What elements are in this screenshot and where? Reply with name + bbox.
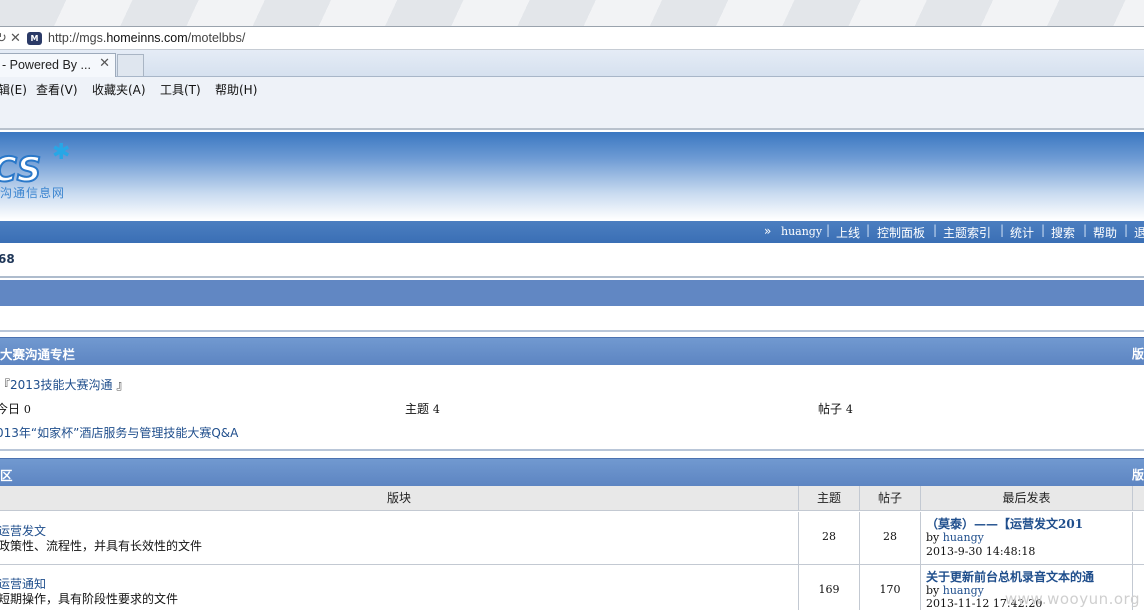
forum-table-header: 版块 主题 帖子 最后发表 [0,486,1144,511]
contest-forum-link[interactable]: 2013技能大赛沟通 [10,378,113,392]
column-forum: 版块 [386,491,411,505]
site-favicon-icon: M [27,32,42,45]
forum-row: 运营通知 短期操作，具有阶段性要求的文件 169 170 关于更新前台总机录音文… [0,565,1144,610]
address-bar[interactable]: ↻ ✕ M http://mgs.homeinns.com/motelbbs/ [0,26,1144,50]
column-posts: 帖子 [859,486,920,511]
watermark: www.wooyun.org [1004,590,1140,608]
menu-view[interactable]: 查看(V) [36,81,78,98]
topics-count: 28 [822,530,836,543]
posts-count: 帖子 4 [818,402,853,416]
topics-cell: 28 [798,512,859,564]
section-edge-label: 版 [1131,347,1144,361]
menu-help[interactable]: 帮助(H) [215,81,257,98]
topics-cell: 169 [798,565,859,610]
nav-control-panel[interactable]: 控制面板 [877,224,925,241]
zone-section-title: 区 [0,468,13,483]
column-last-post: 最后发表 [920,486,1132,511]
top-navbar: » huangy | 上线 | 控制面板 | 主题索引 | 统计 | 搜索 | … [0,221,1144,243]
extra-cell [1132,512,1144,564]
topics-count: 169 [818,583,840,596]
nav-online[interactable]: 上线 [836,224,860,241]
zone-section-header[interactable]: 区 版 [0,458,1144,486]
last-post-author: by huangy [926,531,984,544]
author-link[interactable]: huangy [943,531,984,544]
posts-cell: 28 [859,512,920,564]
posts-cell: 170 [859,565,920,610]
user-info-row: 68 [0,243,1144,278]
close-icon[interactable]: ✕ [99,56,110,71]
posts-count: 28 [883,530,897,543]
tab-title: - Powered By ... [2,58,91,72]
forum-row: 运营发文 政策性、流程性，并具有长效性的文件 28 28 （莫泰）——【运营发文… [0,512,1144,565]
forum-description: 短期操作，具有阶段性要求的文件 [0,592,179,606]
nav-help[interactable]: 帮助 [1093,224,1117,241]
nav-divider: | [826,223,831,237]
forum-description: 政策性、流程性，并具有长效性的文件 [0,539,203,553]
today-count: 今日 0 [0,402,31,416]
column-extra [1132,486,1144,511]
last-post-time: 2013-9-30 14:48:18 [926,545,1036,558]
contest-section-header[interactable]: 大赛沟通专栏 版 [0,337,1144,365]
contest-section-title: 大赛沟通专栏 [0,347,76,362]
browser-tab[interactable]: - Powered By ... ✕ [0,53,116,77]
announcement-row [0,306,1144,332]
last-post-link[interactable]: （莫泰）——【运营发文201 [926,515,1126,532]
nav-divider: | [1000,223,1005,237]
contest-latest-link[interactable]: 013年“如家杯”酒店服务与管理技能大赛Q&A [0,424,238,441]
menu-bar: 辑(E) 查看(V) 收藏夹(A) 工具(T) 帮助(H) [0,77,1144,130]
menu-edit[interactable]: 辑(E) [0,81,27,98]
nav-divider: | [1124,223,1129,237]
topics-count: 主题 4 [405,402,440,416]
new-tab-button[interactable] [117,54,144,76]
tab-strip: - Powered By ... ✕ [0,50,1144,77]
logo-subtitle: 沟通信息网 [0,186,66,200]
logo-star-icon: ✱ [52,140,71,165]
last-post-link[interactable]: 关于更新前台总机录音文本的通 [926,568,1126,585]
nav-topic-index[interactable]: 主题索引 [943,224,991,241]
contest-forum: 『2013技能大赛沟通 』 今日 0 主题 4 帖子 4 013年“如家杯”酒店… [0,366,1144,451]
last-post-author: by huangy [926,584,984,597]
nav-search[interactable]: 搜索 [1051,224,1075,241]
nav-username[interactable]: huangy [781,225,822,238]
refresh-icon[interactable]: ↻ [0,31,7,46]
nav-divider: | [1083,223,1088,237]
stop-icon[interactable]: ✕ [10,31,21,46]
section-edge-label: 版 [1131,468,1144,482]
nav-divider: | [866,223,871,237]
author-link[interactable]: huangy [943,584,984,597]
nav-stats[interactable]: 统计 [1010,224,1034,241]
last-post-cell: （莫泰）——【运营发文201 by huangy 2013-9-30 14:48… [920,512,1132,564]
nav-divider: | [1041,223,1046,237]
column-topics: 主题 [798,486,859,511]
url-text[interactable]: http://mgs.homeinns.com/motelbbs/ [48,31,245,45]
menu-favorites[interactable]: 收藏夹(A) [92,81,146,98]
menu-tools[interactable]: 工具(T) [160,81,201,98]
announcement-band [0,280,1144,306]
nav-divider: | [933,223,938,237]
browser-titlebar [0,0,1144,26]
site-banner [0,132,1144,220]
user-id: 68 [0,252,15,266]
contest-forum-title: 『2013技能大赛沟通 』 [0,378,129,392]
nav-arrow-icon: » [764,224,772,238]
posts-count: 170 [879,583,901,596]
nav-logout[interactable]: 退 [1134,224,1144,241]
